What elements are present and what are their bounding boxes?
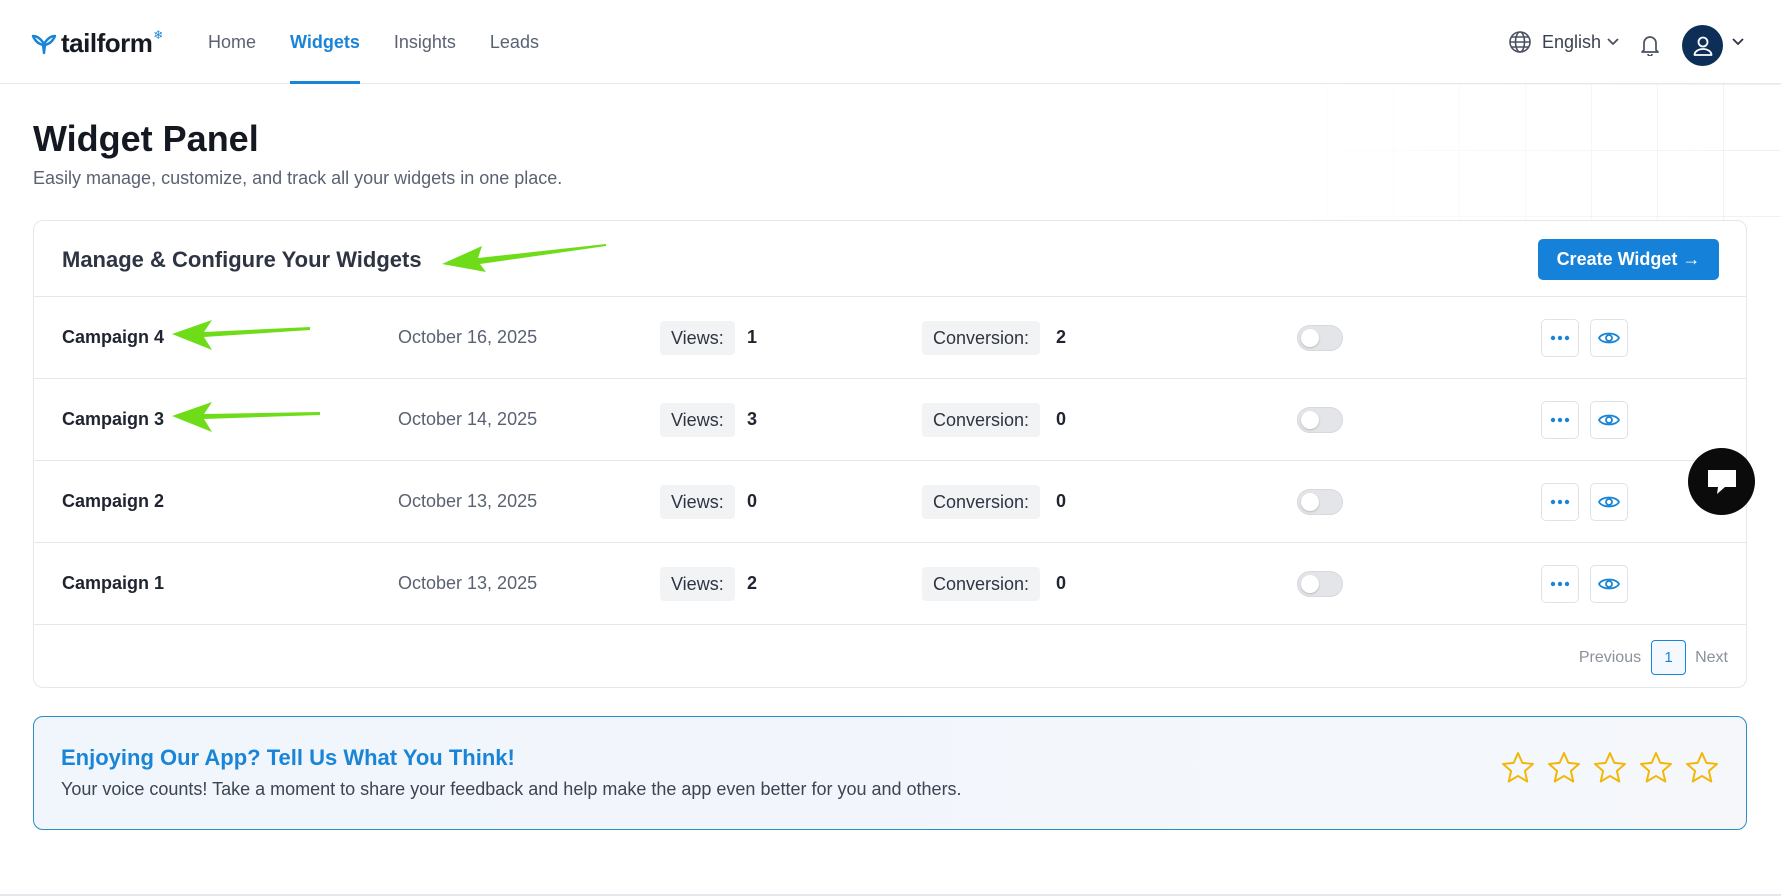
feedback-text: Your voice counts! Take a moment to shar… xyxy=(61,779,962,799)
toggle-knob xyxy=(1301,575,1319,593)
star-icon[interactable] xyxy=(1684,750,1720,786)
notifications-button[interactable] xyxy=(1640,34,1660,61)
star-icon[interactable] xyxy=(1638,750,1674,786)
more-options-button[interactable] xyxy=(1541,319,1579,357)
widget-name[interactable]: Campaign 1 xyxy=(62,573,164,594)
nav-item-insights[interactable]: Insights xyxy=(394,0,456,84)
widget-name[interactable]: Campaign 4 xyxy=(62,327,164,348)
views-label: Views: xyxy=(660,403,735,437)
tailform-logo[interactable]: tailform ❄ xyxy=(31,28,163,59)
views-value: 1 xyxy=(747,327,758,347)
views-value: 3 xyxy=(747,409,758,429)
feedback-banner: Enjoying Our App? Tell Us What You Think… xyxy=(33,716,1747,830)
more-options-button[interactable] xyxy=(1541,401,1579,439)
toggle-knob xyxy=(1301,329,1319,347)
preview-button[interactable] xyxy=(1590,319,1628,357)
pagination-previous[interactable]: Previous xyxy=(1579,649,1641,667)
conversion-value: 0 xyxy=(1056,573,1067,593)
star-icon[interactable] xyxy=(1500,750,1536,786)
conversion-value: 0 xyxy=(1056,491,1067,511)
globe-icon xyxy=(1509,31,1531,53)
widget-row: Campaign 2 October 13, 2025 Views: 0 Con… xyxy=(34,461,1746,543)
page-subtitle: Easily manage, customize, and track all … xyxy=(33,168,563,188)
star-icon[interactable] xyxy=(1546,750,1582,786)
nav-item-home[interactable]: Home xyxy=(208,0,256,84)
widget-date: October 13, 2025 xyxy=(398,573,538,593)
widget-date: October 14, 2025 xyxy=(398,409,538,429)
widget-name[interactable]: Campaign 3 xyxy=(62,409,164,430)
widget-enable-toggle[interactable] xyxy=(1297,489,1343,515)
conversion-label: Conversion: xyxy=(922,403,1041,437)
chevron-down-icon xyxy=(1607,38,1619,46)
conversion-value: 0 xyxy=(1056,409,1067,429)
main-nav: Home Widgets Insights Leads xyxy=(208,0,573,84)
nav-item-widgets[interactable]: Widgets xyxy=(290,0,360,84)
page-title: Widget Panel xyxy=(33,118,259,159)
widget-row: Campaign 3 October 14, 2025 Views: 3 Con… xyxy=(34,379,1746,461)
language-selector[interactable]: English xyxy=(1508,30,1619,54)
logo-text: tailform xyxy=(61,28,153,58)
card-header: Manage & Configure Your Widgets Create W… xyxy=(34,221,1746,297)
language-label: English xyxy=(1542,31,1602,52)
pagination: Previous 1 Next xyxy=(1579,640,1728,675)
nav-item-leads[interactable]: Leads xyxy=(490,0,539,84)
more-dots-icon xyxy=(1550,499,1570,505)
top-navigation-bar: tailform ❄ Home Widgets Insights Leads E… xyxy=(0,0,1781,84)
feedback-title: Enjoying Our App? Tell Us What You Think… xyxy=(61,745,515,770)
eye-icon xyxy=(1598,578,1620,590)
toggle-knob xyxy=(1301,411,1319,429)
toggle-knob xyxy=(1301,493,1319,511)
widgets-card: Manage & Configure Your Widgets Create W… xyxy=(33,220,1747,688)
bell-icon xyxy=(1641,36,1659,57)
conversion-value: 2 xyxy=(1056,327,1067,347)
preview-button[interactable] xyxy=(1590,565,1628,603)
star-icon[interactable] xyxy=(1592,750,1628,786)
user-avatar[interactable] xyxy=(1682,25,1723,66)
more-dots-icon xyxy=(1550,417,1570,423)
snowflake-icon: ❄ xyxy=(153,27,164,42)
widget-row: Campaign 4 October 16, 2025 Views: 1 Con… xyxy=(34,297,1746,379)
conversion-label: Conversion: xyxy=(922,567,1041,601)
widget-row: Campaign 1 October 13, 2025 Views: 2 Con… xyxy=(34,543,1746,625)
more-dots-icon xyxy=(1550,335,1570,341)
account-menu-chevron-icon[interactable] xyxy=(1732,38,1744,46)
conversion-label: Conversion: xyxy=(922,321,1041,355)
eye-icon xyxy=(1598,332,1620,344)
chat-launcher-button[interactable] xyxy=(1688,448,1755,515)
conversion-label: Conversion: xyxy=(922,485,1041,519)
widget-enable-toggle[interactable] xyxy=(1297,325,1343,351)
views-label: Views: xyxy=(660,485,735,519)
pagination-page-current[interactable]: 1 xyxy=(1651,640,1687,675)
more-options-button[interactable] xyxy=(1541,483,1579,521)
pagination-next[interactable]: Next xyxy=(1695,649,1728,667)
views-label: Views: xyxy=(660,321,735,355)
widget-name[interactable]: Campaign 2 xyxy=(62,491,164,512)
widget-enable-toggle[interactable] xyxy=(1297,407,1343,433)
more-dots-icon xyxy=(1550,581,1570,587)
star-rating xyxy=(1490,750,1720,786)
preview-button[interactable] xyxy=(1590,401,1628,439)
eye-icon xyxy=(1598,496,1620,508)
views-value: 2 xyxy=(747,573,758,593)
whale-tail-icon xyxy=(31,34,57,54)
widget-enable-toggle[interactable] xyxy=(1297,571,1343,597)
chat-bubble-icon xyxy=(1707,469,1736,494)
user-icon xyxy=(1693,36,1712,56)
preview-button[interactable] xyxy=(1590,483,1628,521)
views-label: Views: xyxy=(660,567,735,601)
widget-date: October 16, 2025 xyxy=(398,327,538,347)
more-options-button[interactable] xyxy=(1541,565,1579,603)
views-value: 0 xyxy=(747,491,758,511)
create-widget-button[interactable]: Create Widget → xyxy=(1538,239,1719,280)
card-title: Manage & Configure Your Widgets xyxy=(62,247,422,272)
eye-icon xyxy=(1598,414,1620,426)
widget-date: October 13, 2025 xyxy=(398,491,538,511)
